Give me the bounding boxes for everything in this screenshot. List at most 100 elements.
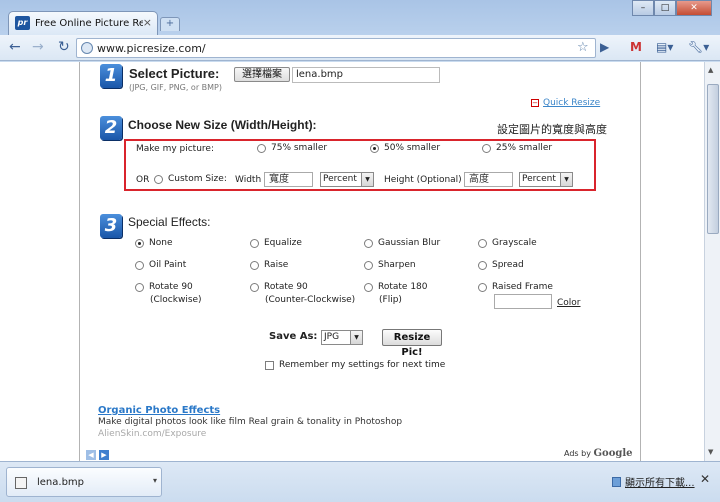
effect-sharpen-radio[interactable] bbox=[364, 260, 373, 270]
effect-gaussian-blur[interactable]: Gaussian Blur bbox=[364, 238, 440, 248]
page-menu-icon[interactable]: ▤▾ bbox=[656, 40, 673, 54]
size-option-75[interactable]: 75% smaller bbox=[257, 143, 327, 153]
effect-oil-paint-label: Oil Paint bbox=[149, 260, 187, 270]
quick-resize-link[interactable]: Quick Resize bbox=[543, 98, 600, 108]
step-3-badge: 3 bbox=[100, 214, 122, 238]
show-all-downloads[interactable]: 顯示所有下載... bbox=[612, 474, 695, 489]
ad-next-icon[interactable]: ▶ bbox=[99, 450, 109, 460]
effect-oil-paint[interactable]: Oil Paint bbox=[135, 260, 186, 270]
vertical-scrollbar[interactable]: ▲ ▼ bbox=[704, 62, 720, 461]
download-item[interactable]: lena.bmp ▾ bbox=[6, 467, 162, 497]
download-bar: lena.bmp ▾ 顯示所有下載... ✕ bbox=[0, 461, 720, 502]
minimize-button[interactable]: – bbox=[632, 0, 654, 16]
width-label: Width bbox=[235, 175, 262, 185]
effect-sharpen[interactable]: Sharpen bbox=[364, 260, 416, 270]
effect-grayscale-radio[interactable] bbox=[478, 238, 487, 248]
width-input[interactable]: 寬度 bbox=[264, 172, 313, 187]
effect-rotate-90-cw[interactable]: Rotate 90 bbox=[135, 282, 193, 292]
size-option-25[interactable]: 25% smaller bbox=[482, 143, 552, 153]
tab-title: Free Online Picture Resi... bbox=[35, 18, 143, 29]
effect-rotate-90-ccw-radio[interactable] bbox=[250, 282, 259, 292]
effect-raised-frame-radio[interactable] bbox=[478, 282, 487, 292]
back-arrow-icon[interactable]: ← bbox=[9, 39, 21, 55]
gmail-icon[interactable]: M bbox=[630, 40, 642, 54]
effect-oil-paint-radio[interactable] bbox=[135, 260, 144, 270]
save-as-label: Save As: bbox=[269, 331, 318, 342]
effect-none-radio[interactable] bbox=[135, 238, 144, 248]
address-url: www.picresize.com/ bbox=[97, 42, 206, 55]
effect-raised-frame-label: Raised Frame bbox=[492, 282, 553, 292]
reload-icon[interactable]: ↻ bbox=[58, 39, 70, 55]
custom-size-option[interactable]: Custom Size: bbox=[154, 174, 227, 184]
effect-rotate-90-ccw-sub: (Counter-Clockwise) bbox=[265, 295, 356, 305]
effect-rotate-180-radio[interactable] bbox=[364, 282, 373, 292]
show-all-downloads-link[interactable]: 顯示所有下載... bbox=[625, 474, 695, 489]
effect-rotate-90-ccw-label: Rotate 90 bbox=[264, 282, 308, 292]
effect-rotate-180-sub: (Flip) bbox=[379, 295, 402, 305]
effect-spread-radio[interactable] bbox=[478, 260, 487, 270]
new-tab-button[interactable]: + bbox=[160, 17, 180, 31]
effect-none[interactable]: None bbox=[135, 238, 172, 248]
effect-sharpen-label: Sharpen bbox=[378, 260, 416, 270]
download-file-name: lena.bmp bbox=[37, 477, 85, 488]
size-annotation-text: 設定圖片的寬度與高度 bbox=[497, 123, 607, 136]
width-unit-select[interactable]: Percent ▼ bbox=[320, 172, 374, 187]
size-option-25-label: 25% smaller bbox=[496, 143, 553, 153]
window-close-button[interactable]: ✕ bbox=[676, 0, 712, 16]
size-option-75-radio[interactable] bbox=[257, 143, 266, 153]
maximize-button[interactable]: □ bbox=[654, 0, 676, 16]
ads-by-label: Ads by bbox=[564, 449, 591, 458]
frame-color-input[interactable] bbox=[494, 294, 552, 309]
effect-grayscale[interactable]: Grayscale bbox=[478, 238, 537, 248]
address-bar[interactable]: www.picresize.com/ ☆ bbox=[76, 38, 596, 58]
site-favicon-icon: pr bbox=[15, 16, 30, 30]
size-option-50[interactable]: 50% smaller bbox=[370, 143, 440, 153]
effect-none-label: None bbox=[149, 238, 173, 248]
size-option-25-radio[interactable] bbox=[482, 143, 491, 153]
ad-title-link[interactable]: Organic Photo Effects bbox=[98, 405, 220, 416]
effect-spread-label: Spread bbox=[492, 260, 524, 270]
size-option-50-radio[interactable] bbox=[370, 143, 379, 153]
effect-raise[interactable]: Raise bbox=[250, 260, 288, 270]
close-download-bar-icon[interactable]: ✕ bbox=[700, 472, 710, 486]
effect-raised-frame[interactable]: Raised Frame bbox=[478, 282, 553, 292]
browser-tab[interactable]: pr Free Online Picture Resi... × bbox=[8, 11, 158, 35]
globe-icon bbox=[81, 42, 93, 54]
quick-resize-toggle[interactable]: − Quick Resize bbox=[531, 98, 600, 108]
effect-rotate-180[interactable]: Rotate 180 bbox=[364, 282, 428, 292]
scroll-up-icon[interactable]: ▲ bbox=[708, 66, 713, 74]
effect-equalize[interactable]: Equalize bbox=[250, 238, 302, 248]
ad-url[interactable]: AlienSkin.com/Exposure bbox=[98, 429, 206, 439]
custom-size-radio[interactable] bbox=[154, 174, 163, 184]
choose-file-button[interactable]: 選擇檔案 bbox=[234, 67, 290, 82]
scrollbar-thumb[interactable] bbox=[707, 84, 719, 234]
height-unit-select[interactable]: Percent ▼ bbox=[519, 172, 573, 187]
bookmark-star-icon[interactable]: ☆ bbox=[577, 40, 589, 55]
file-icon bbox=[15, 477, 27, 489]
resize-pic-button[interactable]: Resize Pic! bbox=[382, 329, 442, 358]
effect-rotate-90-ccw[interactable]: Rotate 90 bbox=[250, 282, 308, 292]
effect-raise-radio[interactable] bbox=[250, 260, 259, 270]
scroll-down-icon[interactable]: ▼ bbox=[708, 448, 713, 456]
forward-arrow-icon[interactable]: → bbox=[32, 39, 44, 55]
ad-description: Make digital photos look like film Real … bbox=[98, 417, 403, 427]
remember-settings-checkbox[interactable] bbox=[265, 360, 274, 370]
effect-gaussian-blur-radio[interactable] bbox=[364, 238, 373, 248]
chevron-down-icon[interactable]: ▾ bbox=[153, 476, 157, 485]
save-format-select[interactable]: JPG ▼ bbox=[321, 330, 363, 345]
remember-settings[interactable]: Remember my settings for next time bbox=[265, 360, 445, 370]
downloads-icon bbox=[612, 476, 621, 487]
effect-rotate-90-cw-radio[interactable] bbox=[135, 282, 144, 292]
ad-prev-icon[interactable]: ◀ bbox=[86, 450, 96, 460]
color-link[interactable]: Color bbox=[557, 298, 581, 308]
chevron-down-icon: ▼ bbox=[560, 173, 572, 186]
ads-by-google[interactable]: Ads by Google bbox=[564, 448, 633, 459]
effect-equalize-radio[interactable] bbox=[250, 238, 259, 248]
tab-close-icon[interactable]: × bbox=[143, 16, 152, 29]
height-unit-value: Percent bbox=[522, 174, 556, 184]
effect-equalize-label: Equalize bbox=[264, 238, 302, 248]
effect-spread[interactable]: Spread bbox=[478, 260, 524, 270]
height-input[interactable]: 高度 bbox=[464, 172, 513, 187]
wrench-menu-icon[interactable]: 🔧︎▾ bbox=[688, 40, 709, 54]
play-icon[interactable]: ▶ bbox=[600, 40, 609, 54]
